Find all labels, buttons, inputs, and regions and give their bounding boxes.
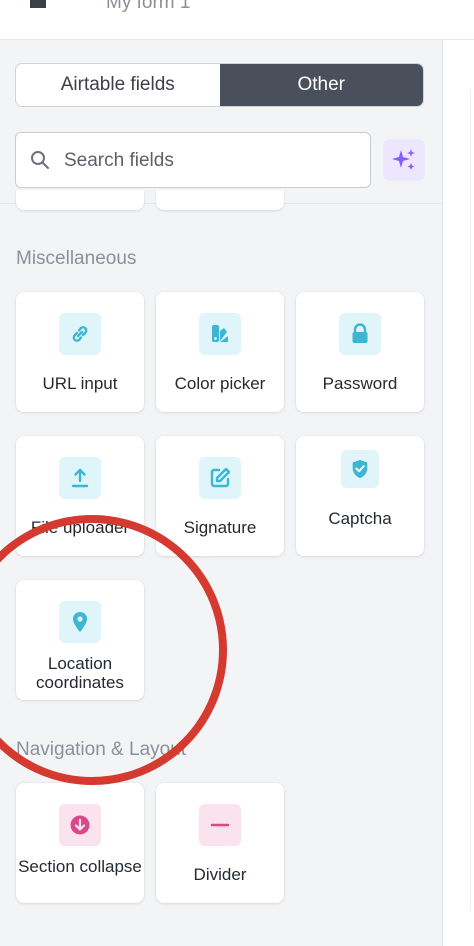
edit-icon xyxy=(199,457,241,499)
section-title-navigation-layout: Navigation & Layout xyxy=(16,739,187,760)
lock-icon xyxy=(339,313,381,355)
field-card-color-picker[interactable]: Color picker xyxy=(156,292,284,412)
sparkles-icon xyxy=(392,149,415,170)
palette-icon xyxy=(199,313,241,355)
field-card-label: URL input xyxy=(42,374,118,393)
shield-check-icon xyxy=(341,450,379,488)
field-card-label: File uploader xyxy=(30,518,130,537)
map-pin-icon xyxy=(59,601,101,643)
tab-airtable-fields[interactable]: Airtable fields xyxy=(16,64,220,106)
field-card-divider[interactable]: Divider xyxy=(156,783,284,903)
field-card-file-uploader[interactable]: File uploader xyxy=(16,436,144,556)
ai-suggest-button[interactable] xyxy=(383,139,425,181)
field-card-signature[interactable]: Signature xyxy=(156,436,284,556)
fields-sidebar: Airtable fields Other Miscellaneous xyxy=(0,40,443,946)
field-card-location-coordinates[interactable]: Location coordinates xyxy=(16,580,144,700)
upload-icon xyxy=(59,457,101,499)
field-card-label: Signature xyxy=(183,518,257,537)
search-box xyxy=(15,132,371,188)
section-title-miscellaneous: Miscellaneous xyxy=(16,248,137,269)
canvas-edge xyxy=(443,40,474,946)
field-card-label: Divider xyxy=(193,865,247,884)
search-input[interactable] xyxy=(64,145,354,177)
arrow-down-circle-icon xyxy=(59,804,101,846)
field-card-captcha[interactable]: Captcha xyxy=(296,436,424,556)
home-icon[interactable] xyxy=(28,0,48,8)
field-card-partial[interactable] xyxy=(16,190,144,210)
form-title[interactable]: My form 1 xyxy=(106,0,190,14)
form-builder-page: My form 1 Airtable fields Other Miscella… xyxy=(0,0,474,946)
field-source-toggle: Airtable fields Other xyxy=(15,63,424,107)
search-icon xyxy=(31,151,49,169)
tab-other[interactable]: Other xyxy=(219,64,423,106)
field-card-label: Captcha xyxy=(328,509,392,528)
field-card-label: Section collapse xyxy=(18,857,142,876)
link-icon xyxy=(59,313,101,355)
minus-icon xyxy=(199,804,241,846)
field-card-url-input[interactable]: URL input xyxy=(16,292,144,412)
field-card-partial[interactable] xyxy=(156,190,284,210)
field-card-label: Color picker xyxy=(174,374,266,393)
field-card-section-collapse[interactable]: Section collapse xyxy=(16,783,144,903)
field-card-password[interactable]: Password xyxy=(296,292,424,412)
canvas-border xyxy=(470,90,471,910)
top-bar: My form 1 xyxy=(0,0,474,40)
field-card-label: Password xyxy=(322,374,398,393)
field-card-label: Location coordinates xyxy=(36,654,124,692)
